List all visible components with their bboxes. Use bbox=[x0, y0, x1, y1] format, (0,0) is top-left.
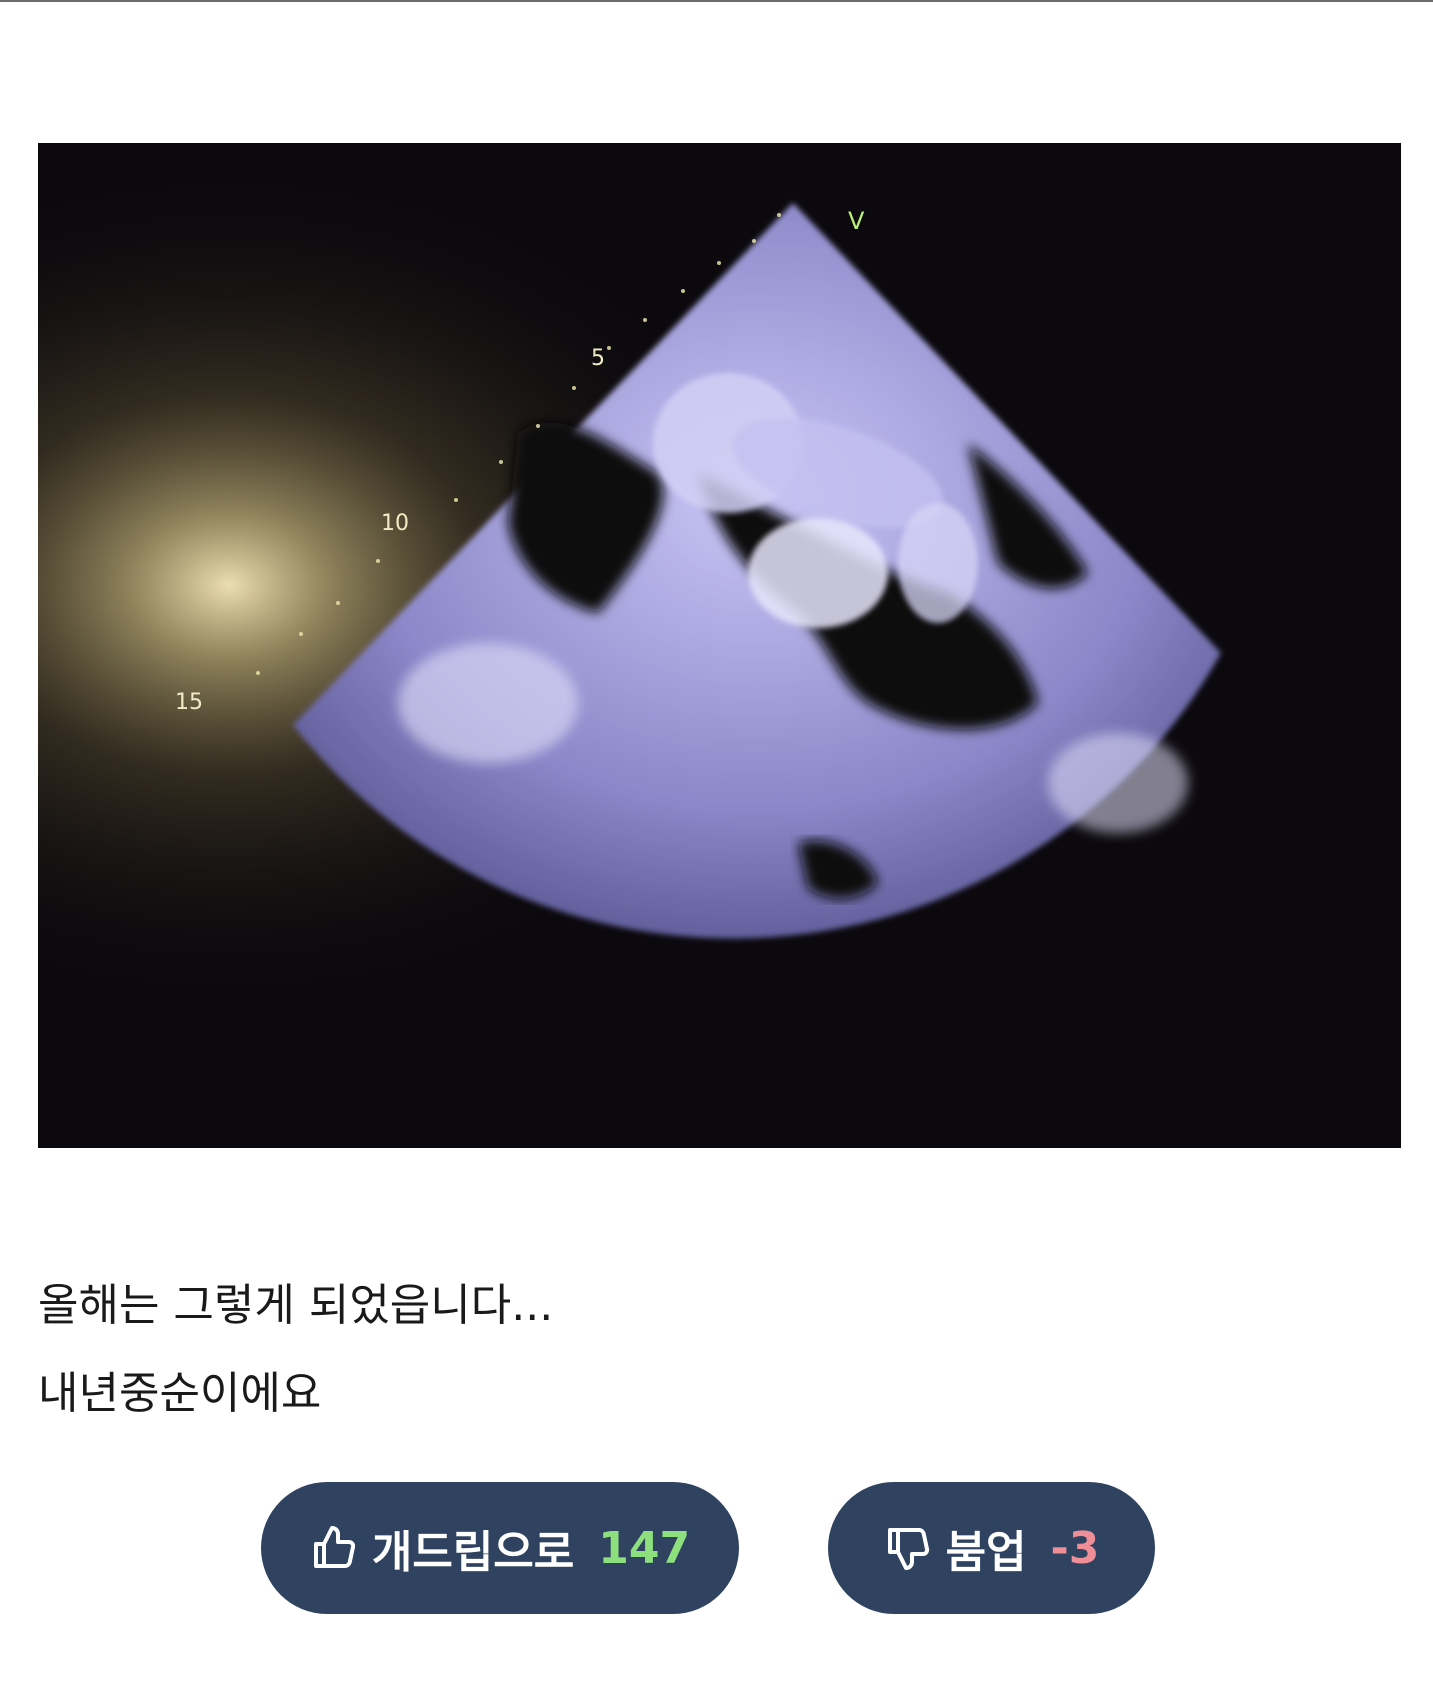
downvote-label: 붐업 bbox=[945, 1527, 1027, 1578]
top-divider bbox=[0, 0, 1433, 2]
thumbs-down-icon bbox=[884, 1524, 932, 1572]
orientation-marker: V bbox=[848, 207, 865, 235]
post-text-line: 내년중순이에요 bbox=[38, 1368, 322, 1419]
post-text-line: 올해는 그렇게 되었읍니다... bbox=[38, 1280, 554, 1331]
downvote-count: -3 bbox=[1050, 1522, 1100, 1574]
upvote-label: 개드립으로 bbox=[371, 1527, 575, 1578]
upvote-button[interactable]: 개드립으로 147 bbox=[261, 1482, 739, 1614]
depth-label-10: 10 bbox=[381, 511, 409, 536]
post-body: 올해는 그렇게 되었읍니다... 내년중순이에요 bbox=[38, 1262, 1338, 1438]
thumbs-up-icon bbox=[310, 1524, 358, 1572]
depth-label-15: 15 bbox=[175, 690, 203, 715]
ultrasound-photo: 5 10 15 V bbox=[38, 143, 1401, 1148]
upvote-count: 147 bbox=[598, 1522, 691, 1574]
downvote-button[interactable]: 붐업 -3 bbox=[828, 1482, 1155, 1614]
depth-label-5: 5 bbox=[591, 346, 605, 371]
